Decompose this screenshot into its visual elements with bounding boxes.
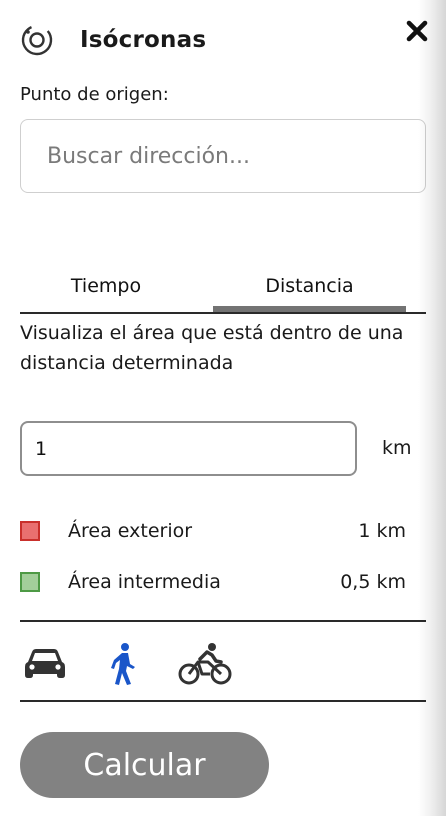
legend-value: 0,5 km — [340, 571, 406, 593]
car-icon[interactable] — [24, 640, 66, 688]
origin-label: Punto de origen: — [20, 84, 169, 105]
tab-description: Visualiza el área que está dentro de una… — [20, 322, 404, 374]
legend-swatch-intermediate — [20, 572, 40, 592]
panel-header: Isócronas — [20, 22, 206, 58]
legend-value: 1 km — [358, 520, 406, 542]
isochrone-target-icon — [20, 23, 54, 57]
isochrones-panel: Isócronas Punto de origen: Tiempo Distan… — [0, 0, 426, 816]
legend-item-intermediate: Área intermedia 0,5 km — [20, 571, 406, 597]
tab-time[interactable]: Tiempo — [20, 262, 192, 310]
distance-input[interactable] — [20, 421, 357, 476]
mode-tabs: Tiempo Distancia — [20, 262, 426, 314]
legend-label: Área exterior — [68, 520, 193, 542]
legend-swatch-outer — [20, 521, 40, 541]
legend-item-outer: Área exterior 1 km — [20, 520, 406, 546]
tab-distance[interactable]: Distancia — [213, 262, 406, 312]
legend-label: Área intermedia — [68, 571, 221, 593]
distance-unit: km — [382, 437, 412, 459]
calculate-button[interactable]: Calcular — [20, 732, 269, 798]
address-search-input[interactable] — [20, 119, 426, 193]
divider — [20, 620, 426, 622]
panel-edge-shadow — [418, 0, 446, 816]
panel-title: Isócronas — [80, 27, 207, 53]
bike-icon[interactable] — [178, 640, 232, 688]
walk-icon[interactable] — [106, 640, 140, 688]
divider — [20, 700, 426, 702]
